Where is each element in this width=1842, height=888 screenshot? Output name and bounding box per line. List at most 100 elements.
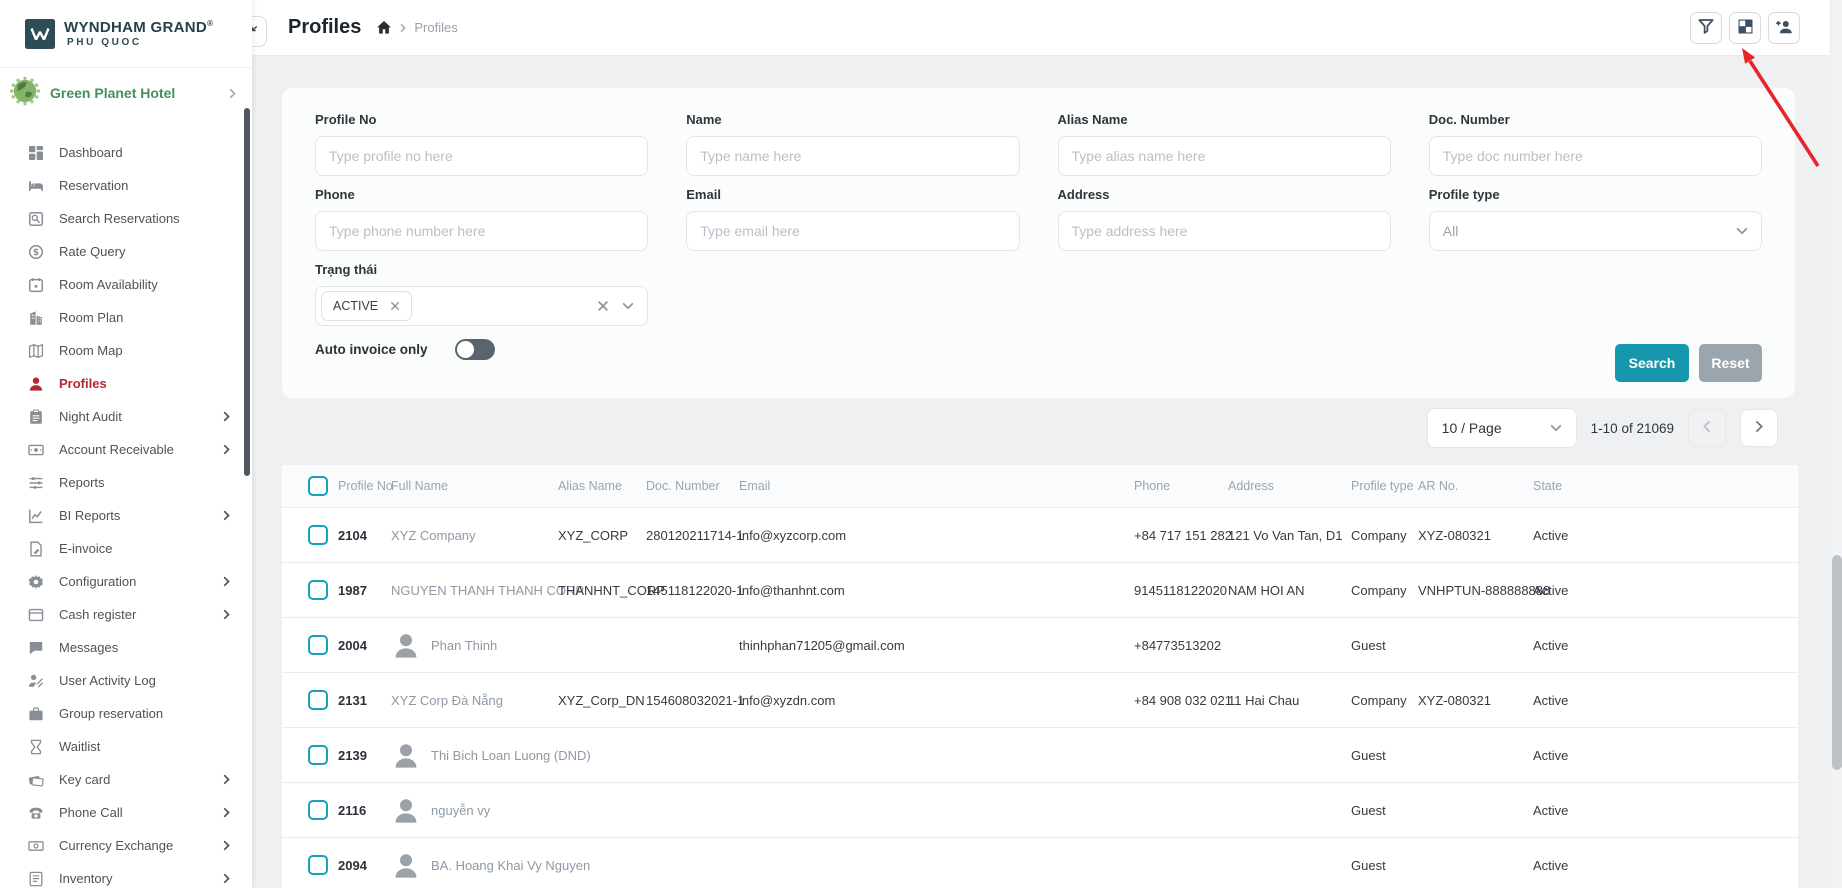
avatar-icon <box>391 850 421 880</box>
chevron-right-icon <box>229 88 236 99</box>
cell-state: Active <box>1533 803 1798 818</box>
row-checkbox[interactable] <box>308 855 328 875</box>
sidebar-item-reservation[interactable]: Reservation <box>0 169 252 202</box>
globe-icon <box>9 75 41 112</box>
hotel-selector[interactable]: Green Planet Hotel <box>0 71 252 115</box>
sidebar-item-room-plan[interactable]: Room Plan <box>0 301 252 334</box>
profile-type-select[interactable]: All <box>1429 211 1762 251</box>
pagination-range: 1-10 of 21069 <box>1591 421 1674 436</box>
status-multiselect[interactable]: ACTIVE <box>315 286 648 326</box>
reset-button[interactable]: Reset <box>1699 344 1762 382</box>
sidebar-scrollbar-thumb[interactable] <box>244 108 250 476</box>
row-checkbox[interactable] <box>308 800 328 820</box>
sidebar-item-e-invoice[interactable]: E-invoice <box>0 532 252 565</box>
sidebar-item-group-reservation[interactable]: Group reservation <box>0 697 252 730</box>
sidebar-item-waitlist[interactable]: Waitlist <box>0 730 252 763</box>
dollar-circle-icon: $ <box>28 244 44 260</box>
phone-input[interactable] <box>315 211 648 251</box>
filter-toggle-button[interactable] <box>1690 12 1722 44</box>
hotel-name: Green Planet Hotel <box>50 85 175 101</box>
sidebar-item-search-reservations[interactable]: Search Reservations <box>0 202 252 235</box>
select-all-cell <box>282 476 338 496</box>
cell-ar: VNHPTUN-888888888 <box>1418 583 1533 598</box>
row-checkbox[interactable] <box>308 635 328 655</box>
sidebar-item-inventory[interactable]: Inventory <box>0 862 252 888</box>
sidebar-item-room-map[interactable]: Room Map <box>0 334 252 367</box>
sidebar-item-account-receivable[interactable]: Account Receivable <box>0 433 252 466</box>
profile-name-link[interactable]: XYZ Company <box>391 528 476 543</box>
map-icon <box>28 343 44 359</box>
clear-select-icon[interactable] <box>597 300 609 312</box>
status-tag-label: ACTIVE <box>333 299 378 313</box>
sidebar-item-label: Phone Call <box>59 805 123 820</box>
sidebar-item-messages[interactable]: Messages <box>0 631 252 664</box>
sidebar-item-configuration[interactable]: Configuration <box>0 565 252 598</box>
chevron-right-icon <box>223 873 230 884</box>
profile-name-link[interactable]: NGUYEN THANH THANH CORP <box>391 583 584 598</box>
profile-name-link[interactable]: BA. Hoang Khai Vy Nguyen <box>431 858 590 873</box>
main-content: Profile NoNameAlias NameDoc. NumberPhone… <box>252 56 1842 888</box>
phone-icon <box>28 805 44 821</box>
gear-icon <box>28 574 44 590</box>
sidebar-item-currency-exchange[interactable]: Currency Exchange <box>0 829 252 862</box>
profile-no-cell: 2094 <box>338 858 391 873</box>
chevron-down-icon <box>1736 227 1748 235</box>
field-phone: Phone <box>315 187 648 251</box>
remove-tag-icon[interactable] <box>390 301 400 311</box>
column-header-profile-type: Profile type <box>1351 479 1418 493</box>
chevron-down-icon <box>622 302 634 310</box>
sidebar-item-bi-reports[interactable]: BI Reports <box>0 499 252 532</box>
email-input[interactable] <box>686 211 1019 251</box>
profile-name-link[interactable]: Phan Thinh <box>431 638 497 653</box>
field-label: Doc. Number <box>1429 112 1762 127</box>
column-header-state: State <box>1533 479 1798 493</box>
sidebar-item-rate-query[interactable]: $Rate Query <box>0 235 252 268</box>
profile-name-link[interactable]: nguyễn vy <box>431 803 490 818</box>
profile-name-link[interactable]: XYZ Corp Đà Nẵng <box>391 693 503 708</box>
sliders-icon <box>28 475 44 491</box>
full-name-cell: NGUYEN THANH THANH CORP <box>391 583 558 598</box>
row-checkbox[interactable] <box>308 690 328 710</box>
address-input[interactable] <box>1058 211 1391 251</box>
home-icon[interactable] <box>376 20 392 35</box>
next-page-button[interactable] <box>1740 409 1778 447</box>
auto-invoice-toggle[interactable] <box>455 339 495 360</box>
cell-state: Active <box>1533 528 1798 543</box>
sidebar-item-room-availability[interactable]: Room Availability <box>0 268 252 301</box>
row-checkbox[interactable] <box>308 745 328 765</box>
prev-page-button[interactable] <box>1688 409 1726 447</box>
sidebar-item-night-audit[interactable]: Night Audit <box>0 400 252 433</box>
field-label: Profile type <box>1429 187 1762 202</box>
page-size-select[interactable]: 10 / Page <box>1427 408 1577 448</box>
select-all-checkbox[interactable] <box>308 476 328 496</box>
name-input[interactable] <box>686 136 1019 176</box>
sidebar-item-reports[interactable]: Reports <box>0 466 252 499</box>
column-header-phone: Phone <box>1134 479 1228 493</box>
alias-name-input[interactable] <box>1058 136 1391 176</box>
sidebar-item-cash-register[interactable]: Cash register <box>0 598 252 631</box>
search-button[interactable]: Search <box>1615 344 1689 382</box>
doc-number-input[interactable] <box>1429 136 1762 176</box>
sidebar-item-label: Currency Exchange <box>59 838 173 853</box>
profile-name-link[interactable]: Thi Bich Loan Luong (DND) <box>431 748 591 763</box>
profile-no-input[interactable] <box>315 136 648 176</box>
sidebar-item-phone-call[interactable]: Phone Call <box>0 796 252 829</box>
topbar: Profiles Profiles <box>252 0 1842 56</box>
add-profile-button[interactable] <box>1768 12 1800 44</box>
row-checkbox-cell <box>282 580 338 600</box>
cell-type: Guest <box>1351 748 1418 763</box>
sidebar-item-profiles[interactable]: Profiles <box>0 367 252 400</box>
table-header-row: Profile NoFull NameAlias NameDoc. Number… <box>282 464 1798 508</box>
cell-state: Active <box>1533 748 1798 763</box>
sidebar-item-label: Reservation <box>59 178 128 193</box>
layout-grid-icon <box>1737 18 1754 38</box>
layout-columns-button[interactable] <box>1729 12 1761 44</box>
sidebar-item-key-card[interactable]: Key card <box>0 763 252 796</box>
chevron-right-icon <box>223 411 230 422</box>
sidebar-item-dashboard[interactable]: Dashboard <box>0 136 252 169</box>
sidebar-item-user-activity-log[interactable]: User Activity Log <box>0 664 252 697</box>
row-checkbox[interactable] <box>308 580 328 600</box>
page-scrollbar-thumb[interactable] <box>1832 555 1842 770</box>
sidebar-item-label: Key card <box>59 772 110 787</box>
row-checkbox[interactable] <box>308 525 328 545</box>
